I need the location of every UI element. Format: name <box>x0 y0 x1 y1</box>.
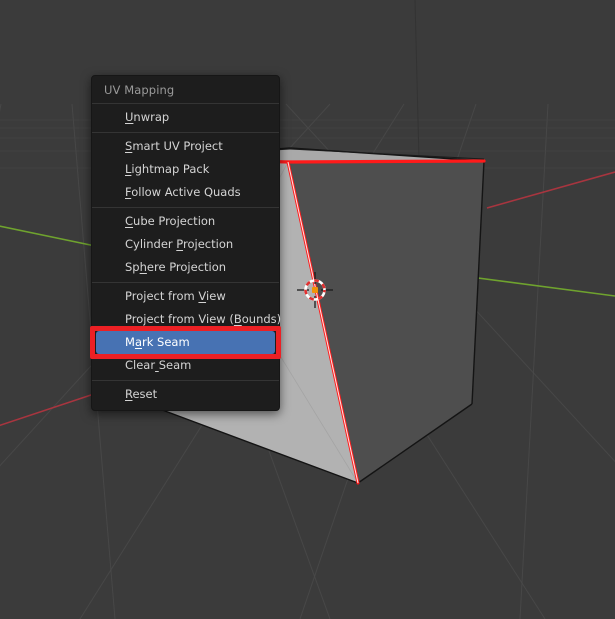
menu-item-smart-uv-project-label-b: mart UV Project <box>132 139 222 153</box>
menu-item-reset-label-b: eset <box>132 387 157 401</box>
menu-item-cylinder-projection-accel: P <box>176 237 183 251</box>
3d-cursor-center <box>312 287 318 293</box>
menu-item-project-from-view-label-a: Project from <box>125 289 198 303</box>
menu-item-mark-seam-accel: a <box>135 335 142 349</box>
menu-item-project-from-view-accel: V <box>198 289 206 303</box>
menu-item-project-from-view-label-b: iew <box>206 289 226 303</box>
menu-item-lightmap-pack-label-b: ightmap Pack <box>131 162 209 176</box>
menu-item-lightmap-pack[interactable]: Lightmap Pack <box>92 158 279 181</box>
menu-item-clear-seam-label-b: Seam <box>159 358 192 372</box>
menu-item-project-from-view[interactable]: Project from View <box>92 283 279 308</box>
menu-item-cube-projection-accel: C <box>125 214 133 228</box>
menu-item-cube-projection[interactable]: Cube Projection <box>92 208 279 233</box>
menu-item-sphere-projection-label-a: Sp <box>125 260 140 274</box>
menu-item-follow-active-quads[interactable]: Follow Active Quads <box>92 181 279 204</box>
menu-item-mark-seam-label-b: rk Seam <box>142 335 190 349</box>
menu-item-sphere-projection-accel: h <box>140 260 147 274</box>
menu-item-reset[interactable]: Reset <box>92 381 279 410</box>
menu-item-clear-seam[interactable]: Clear Seam <box>92 354 279 377</box>
menu-item-follow-active-quads-label-b: ollow Active Quads <box>131 185 240 199</box>
menu-item-project-from-view-bounds-accel: B <box>234 312 242 326</box>
menu-item-cylinder-projection[interactable]: Cylinder Projection <box>92 233 279 256</box>
menu-item-clear-seam-label-a: Clear <box>125 358 155 372</box>
menu-item-mark-seam[interactable]: Mark Seam <box>96 331 275 354</box>
menu-item-sphere-projection-label-b: ere Projection <box>147 260 226 274</box>
menu-item-smart-uv-project[interactable]: Smart UV Project <box>92 133 279 158</box>
blender-window: UV Mapping Unwrap Smart UV ProjectLightma… <box>0 0 615 619</box>
menu-item-project-from-view-bounds-label-b: ounds) <box>242 312 281 326</box>
menu-item-mark-seam-label-a: M <box>125 335 135 349</box>
uv-mapping-context-menu[interactable]: UV Mapping Unwrap Smart UV ProjectLightma… <box>91 75 280 411</box>
menu-item-project-from-view-bounds-label-a: Project from View ( <box>125 312 234 326</box>
menu-title: UV Mapping <box>92 76 279 103</box>
menu-item-unwrap[interactable]: Unwrap <box>92 104 279 129</box>
menu-item-cube-projection-label-b: ube Projection <box>133 214 215 228</box>
menu-item-cylinder-projection-label-a: Cylinder <box>125 237 176 251</box>
menu-item-project-from-view-bounds[interactable]: Project from View (Bounds) <box>92 308 279 331</box>
menu-item-sphere-projection[interactable]: Sphere Projection <box>92 256 279 279</box>
menu-item-cylinder-projection-label-b: rojection <box>183 237 233 251</box>
menu-item-unwrap-label-b: nwrap <box>133 110 169 124</box>
